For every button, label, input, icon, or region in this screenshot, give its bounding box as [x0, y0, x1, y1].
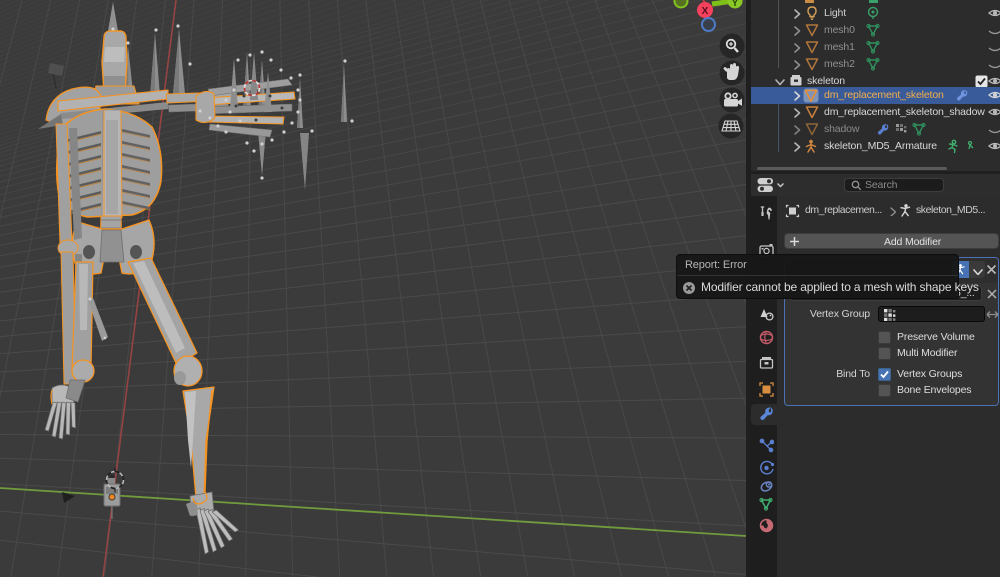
svg-text:X: X	[702, 6, 709, 17]
svg-text:Y: Y	[732, 0, 739, 9]
